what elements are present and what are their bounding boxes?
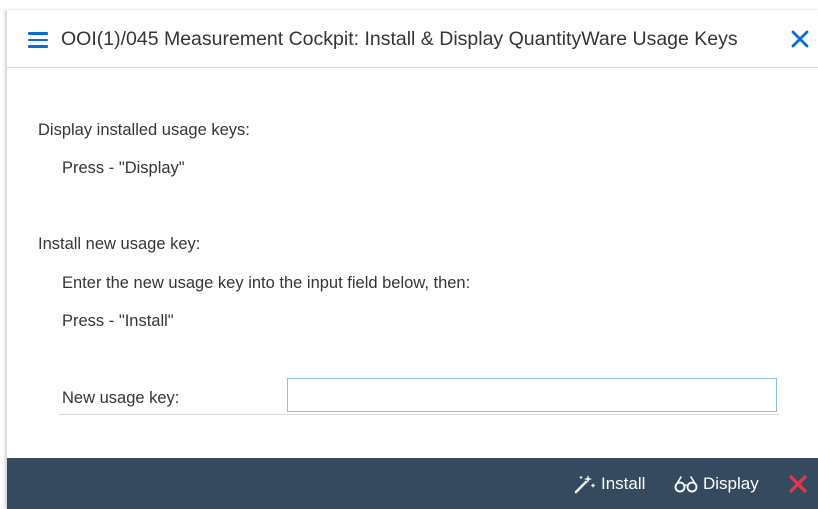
usage-key-field-row: New usage key: <box>59 378 779 415</box>
dialog-footer: Install Display <box>7 458 818 509</box>
usage-key-dialog: OOI(1)/045 Measurement Cockpit: Install … <box>6 10 818 509</box>
cancel-icon <box>789 474 807 493</box>
display-heading: Display installed usage keys: <box>38 121 250 139</box>
install-button-label: Install <box>601 473 646 493</box>
magic-wand-icon <box>574 474 596 493</box>
usage-key-input[interactable] <box>287 378 777 412</box>
glasses-icon <box>674 475 698 492</box>
install-button[interactable]: Install <box>573 458 645 509</box>
install-instruction-press: Press - "Install" <box>62 312 174 330</box>
dialog-title: OOI(1)/045 Measurement Cockpit: Install … <box>61 28 738 50</box>
close-icon[interactable] <box>789 28 811 50</box>
install-instruction-enter: Enter the new usage key into the input f… <box>62 274 471 292</box>
install-heading: Install new usage key: <box>38 235 201 253</box>
usage-key-label: New usage key: <box>62 389 180 407</box>
hamburger-menu-icon[interactable] <box>28 32 48 48</box>
dialog-header: OOI(1)/045 Measurement Cockpit: Install … <box>7 10 818 68</box>
display-instruction: Press - "Display" <box>62 159 185 177</box>
display-button-label: Display <box>703 473 759 493</box>
display-button[interactable]: Display <box>673 458 759 509</box>
cancel-button[interactable] <box>787 458 813 509</box>
